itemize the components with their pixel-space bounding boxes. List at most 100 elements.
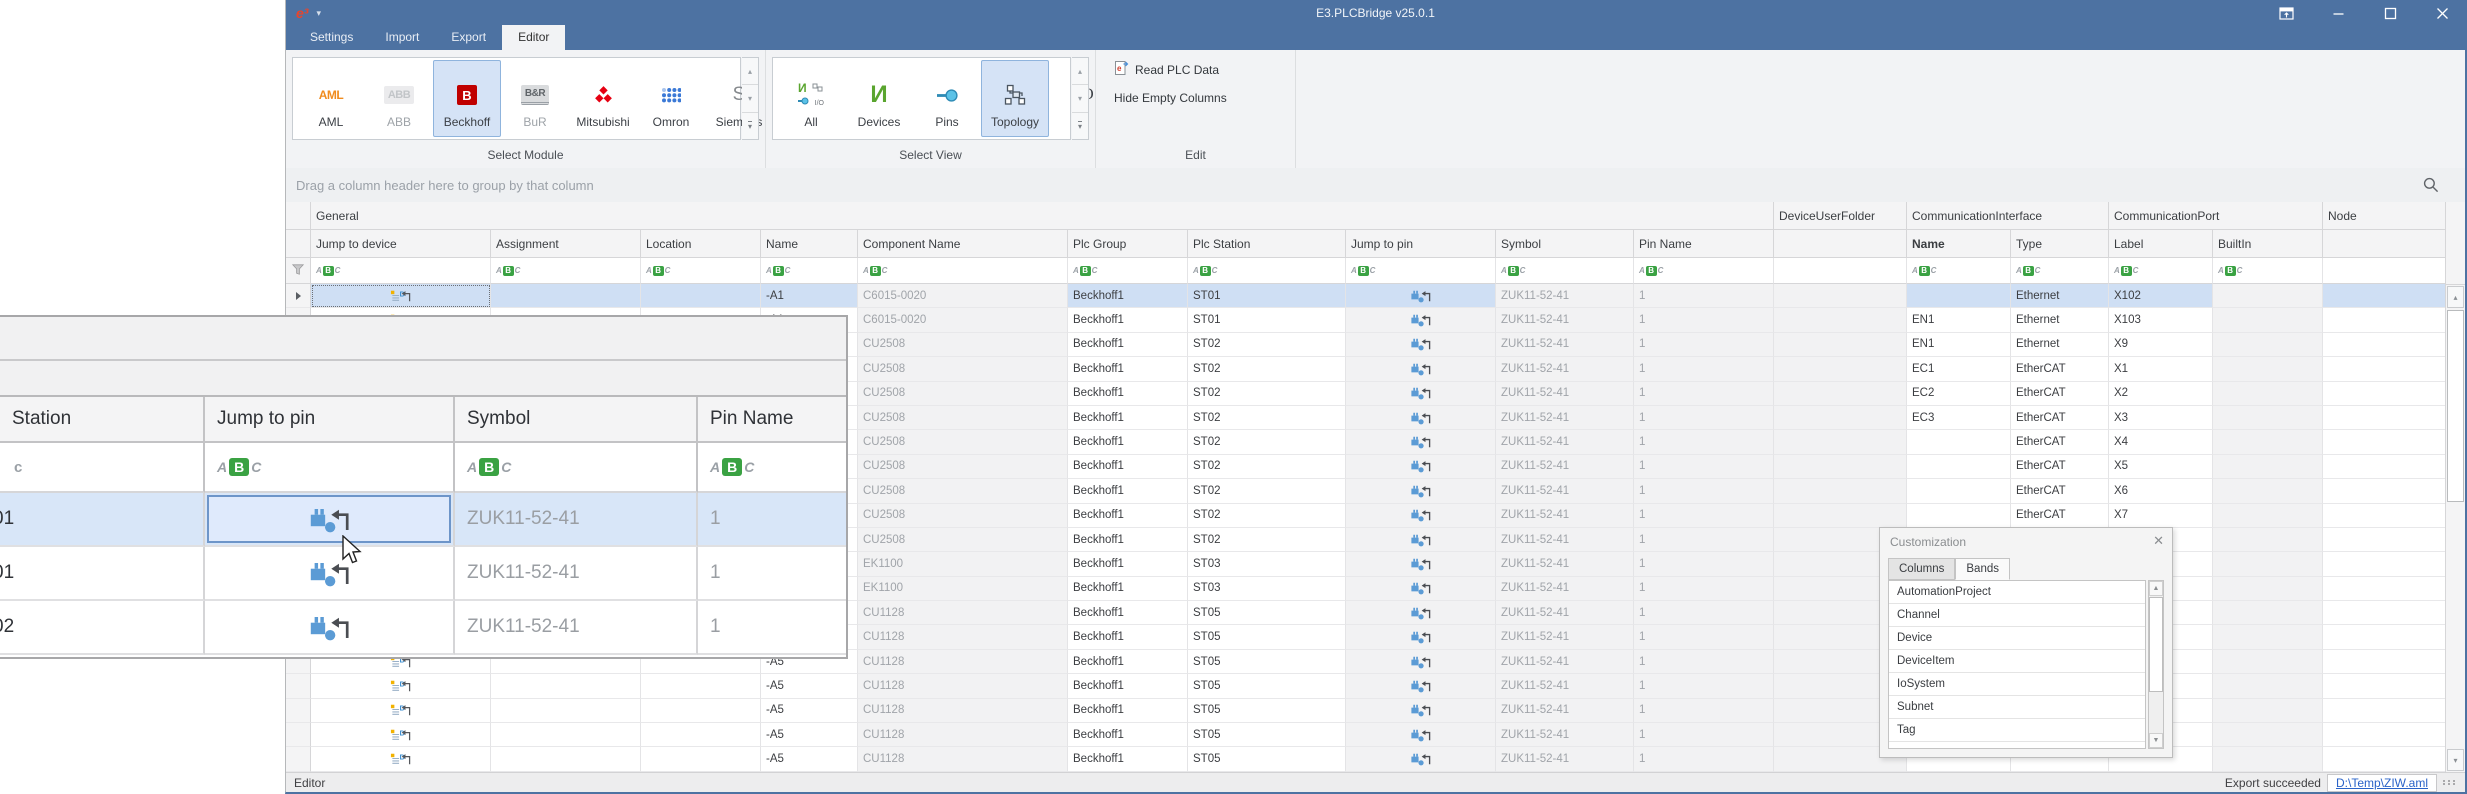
cell-duf[interactable]: [1774, 479, 1907, 503]
cell-assignment[interactable]: [491, 284, 641, 308]
cell-plcstation[interactable]: ST05: [1188, 625, 1346, 649]
column-header-symbol[interactable]: Symbol: [1496, 230, 1634, 258]
column-header-jump-to-device[interactable]: Jump to device: [311, 230, 491, 258]
group-by-panel[interactable]: Drag a column header here to group by th…: [286, 168, 2465, 203]
cell-plcgroup[interactable]: Beckhoff1: [1068, 674, 1188, 698]
cell-plcgroup[interactable]: Beckhoff1: [1068, 552, 1188, 576]
filter-cell-builtin[interactable]: ABC: [2213, 258, 2323, 284]
cell-node[interactable]: [2323, 601, 2445, 625]
cell-plcstation[interactable]: ST02: [1188, 333, 1346, 357]
cell-node[interactable]: [2323, 723, 2445, 747]
filter-cell-node[interactable]: [2323, 258, 2445, 284]
cell-node[interactable]: [2323, 455, 2445, 479]
cell-pinname[interactable]: 1: [1634, 747, 1774, 771]
cell-pinname[interactable]: 1: [1634, 674, 1774, 698]
cell-cplabel[interactable]: X1: [2109, 357, 2213, 381]
jump-to-pin-icon[interactable]: [1409, 459, 1432, 473]
cell-component[interactable]: CU1128: [858, 674, 1068, 698]
cell-component[interactable]: EK1100: [858, 552, 1068, 576]
cell-builtin[interactable]: [2213, 699, 2323, 723]
cell-node[interactable]: [2323, 699, 2445, 723]
grid-vertical-scrollbar[interactable]: ▴ ▾: [2445, 202, 2465, 772]
cell-ciname[interactable]: EC3: [1907, 406, 2011, 430]
cell-pinname[interactable]: 1: [1634, 552, 1774, 576]
cell-citype[interactable]: EtherCAT: [2011, 479, 2109, 503]
magnifier-column-header-symbol[interactable]: Symbol: [455, 397, 698, 443]
cell-duf[interactable]: [1774, 430, 1907, 454]
cell-citype[interactable]: EtherCAT: [2011, 504, 2109, 528]
cell-node[interactable]: [2323, 650, 2445, 674]
cell-node[interactable]: [2323, 430, 2445, 454]
cell-pinname[interactable]: 1: [1634, 406, 1774, 430]
cell-jumppin[interactable]: [1346, 650, 1496, 674]
cell-component[interactable]: C6015-0020: [858, 308, 1068, 332]
gallery-down-icon[interactable]: ▾: [1072, 85, 1088, 112]
maximize-button[interactable]: [2377, 3, 2403, 23]
dialog-scrollbar-thumb[interactable]: [2149, 597, 2163, 692]
cell-ciname[interactable]: [1907, 430, 2011, 454]
cell-jumppin[interactable]: [1346, 284, 1496, 308]
cell-symbol[interactable]: ZUK11-52-41: [1496, 625, 1634, 649]
cell-node[interactable]: [2323, 552, 2445, 576]
filter-cell-jump-to-pin[interactable]: ABC: [1346, 258, 1496, 284]
magnifier-row[interactable]: 01ZUK11-52-411: [0, 493, 846, 547]
cell-citype[interactable]: Ethernet: [2011, 333, 2109, 357]
cell-node[interactable]: [2323, 308, 2445, 332]
cell-ciname[interactable]: EC2: [1907, 382, 2011, 406]
magnifier-cell-station[interactable]: 02: [0, 601, 205, 655]
jump-to-pin-icon[interactable]: [1409, 581, 1432, 595]
column-header-label[interactable]: Label: [2109, 230, 2213, 258]
scrollbar-thumb[interactable]: [2447, 310, 2464, 502]
magnifier-column-header-jump-to-pin[interactable]: Jump to pin: [205, 397, 455, 443]
abc-filter-icon[interactable]: ABC: [1193, 266, 1217, 276]
cell-jumppin[interactable]: [1346, 625, 1496, 649]
abc-filter-icon[interactable]: ABC: [1639, 266, 1663, 276]
cell-pinname[interactable]: 1: [1634, 577, 1774, 601]
module-item-omron[interactable]: Omron: [637, 60, 705, 137]
gallery-down-icon[interactable]: ▾: [742, 85, 758, 112]
cell-jumppin[interactable]: [1346, 747, 1496, 771]
cell-jumppin[interactable]: [1346, 504, 1496, 528]
cell-builtin[interactable]: [2213, 284, 2323, 308]
cell-jumppin[interactable]: [1346, 528, 1496, 552]
cell-cplabel[interactable]: X6: [2109, 479, 2213, 503]
cell-plcgroup[interactable]: Beckhoff1: [1068, 430, 1188, 454]
cell-pinname[interactable]: 1: [1634, 333, 1774, 357]
cell-plcstation[interactable]: ST02: [1188, 528, 1346, 552]
module-item-abb[interactable]: ABBABB: [365, 60, 433, 137]
cell-plcgroup[interactable]: Beckhoff1: [1068, 333, 1188, 357]
dialog-list-item-automationproject[interactable]: AutomationProject: [1889, 581, 2145, 604]
cell-citype[interactable]: EtherCAT: [2011, 382, 2109, 406]
cell-symbol[interactable]: ZUK11-52-41: [1496, 284, 1634, 308]
tab-editor[interactable]: Editor: [502, 25, 565, 50]
ribbon-display-options-button[interactable]: [2273, 3, 2299, 23]
cell-builtin[interactable]: [2213, 650, 2323, 674]
cell-duf[interactable]: [1774, 357, 1907, 381]
abc-filter-icon[interactable]: ABC: [1501, 266, 1525, 276]
cell-pinname[interactable]: 1: [1634, 308, 1774, 332]
cell-component[interactable]: C6015-0020: [858, 284, 1068, 308]
cell-location[interactable]: [641, 674, 761, 698]
filter-cell-label[interactable]: ABC: [2109, 258, 2213, 284]
dialog-scroll-down-icon[interactable]: ▼: [2149, 733, 2163, 748]
module-item-pins[interactable]: Pins: [913, 60, 981, 137]
cell-ciname[interactable]: EN1: [1907, 308, 2011, 332]
cell-name[interactable]: -A5: [761, 674, 858, 698]
cell-component[interactable]: CU1128: [858, 699, 1068, 723]
cell-symbol[interactable]: ZUK11-52-41: [1496, 747, 1634, 771]
abc-filter-icon[interactable]: ABC: [316, 266, 340, 276]
cell-jumpdev[interactable]: D: [311, 699, 491, 723]
scroll-down-button[interactable]: ▾: [2447, 749, 2464, 771]
jump-to-pin-icon[interactable]: [1409, 679, 1432, 693]
cell-builtin[interactable]: [2213, 723, 2323, 747]
cell-builtin[interactable]: [2213, 333, 2323, 357]
cell-cplabel[interactable]: X3: [2109, 406, 2213, 430]
cell-plcstation[interactable]: ST05: [1188, 674, 1346, 698]
module-item-devices[interactable]: ИDevices: [845, 60, 913, 137]
cell-pinname[interactable]: 1: [1634, 430, 1774, 454]
cell-component[interactable]: CU2508: [858, 382, 1068, 406]
gallery-up-icon[interactable]: ▴: [742, 58, 758, 85]
cell-citype[interactable]: EtherCAT: [2011, 430, 2109, 454]
cell-plcstation[interactable]: ST02: [1188, 382, 1346, 406]
cell-plcgroup[interactable]: Beckhoff1: [1068, 504, 1188, 528]
